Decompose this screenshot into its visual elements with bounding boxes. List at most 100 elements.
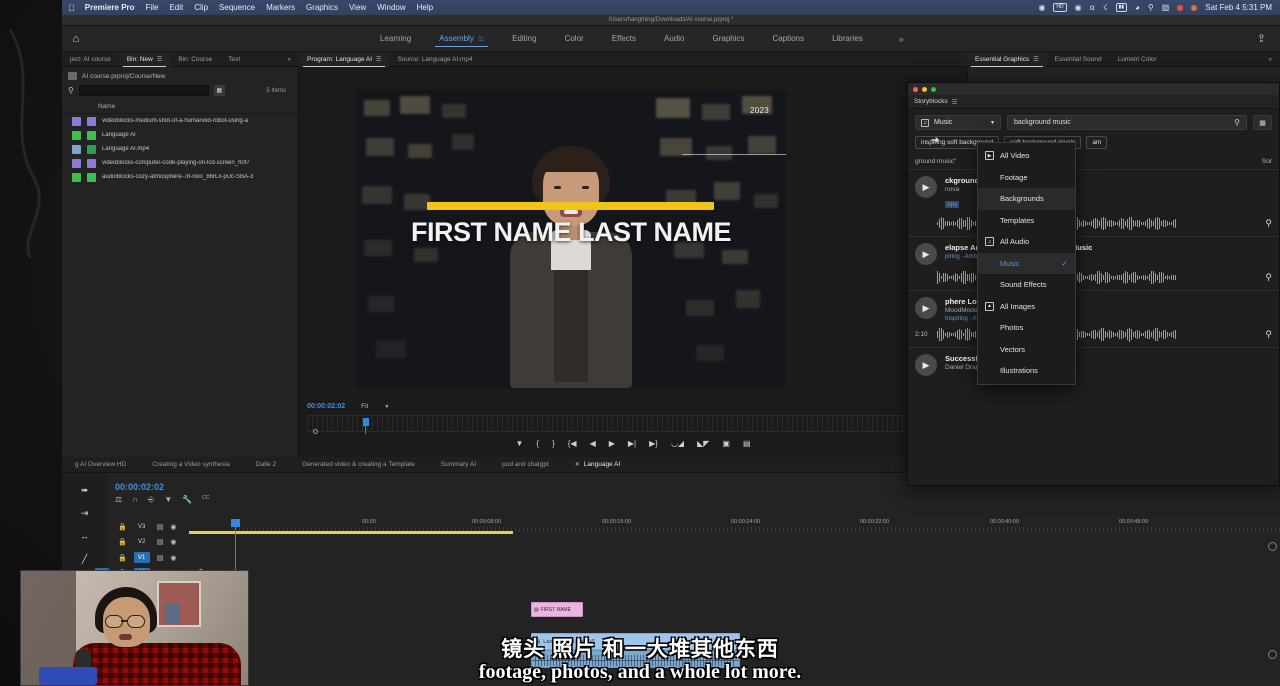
dropdown-item-photos[interactable]: Photos [978, 317, 1075, 339]
track-header-v2[interactable]: 🔒 V2 ▤ ◉ [107, 535, 235, 551]
sync-lock-icon[interactable]: ▤ [157, 538, 164, 546]
hd-badge-icon[interactable]: HD [1053, 3, 1066, 12]
menubar-clock[interactable]: Sat Feb 4 5:31 PM [1205, 3, 1272, 12]
grid-view-icon[interactable]: ▦ [1253, 115, 1272, 130]
preview-magnifier-icon[interactable]: ⚲ [1265, 329, 1272, 340]
menu-sequence[interactable]: Sequence [219, 3, 255, 12]
lock-icon[interactable]: 🔒 [118, 523, 127, 531]
dropdown-item-all-audio[interactable]: ♫ All Audio [978, 231, 1075, 253]
step-forward-icon[interactable]: ▶| [628, 439, 636, 448]
dropdown-item-templates[interactable]: Templates [978, 210, 1075, 232]
storyblocks-result-item[interactable]: ▶ ckground Corporate nova opy ⚲ [908, 169, 1279, 236]
results-sort-label[interactable]: Sor [1262, 158, 1272, 165]
menu-clip[interactable]: Clip [194, 3, 208, 12]
storyblocks-search-input[interactable]: background music ⚲ [1007, 115, 1247, 130]
workspace-tab-learning[interactable]: Learning [366, 30, 425, 47]
mark-out-icon[interactable]: } [552, 439, 555, 448]
track-header-v1[interactable]: 🔒 V1 ▤ ◉ [107, 550, 235, 566]
workspace-tab-effects[interactable]: Effects [598, 30, 650, 47]
marker-icon[interactable]: ▼ [164, 495, 172, 505]
timeline-tab-pod-and-chatgpt[interactable]: pod and chatgpt [489, 457, 562, 473]
track-select-forward-icon[interactable]: ⇥ [77, 506, 93, 520]
siri-icon[interactable] [1191, 5, 1197, 11]
timeline-tab-creating-a-video-synthesia[interactable]: Creating a Video synthesia [139, 457, 243, 473]
workspace-tab-libraries[interactable]: Libraries [818, 30, 877, 47]
spotlight-search-icon[interactable]: ⚲ [1148, 3, 1154, 12]
menu-help[interactable]: Help [417, 3, 433, 12]
add-marker-icon[interactable]: ▼ [515, 439, 523, 448]
panel-menu-icon[interactable]: ☰ [376, 56, 381, 63]
workspace-tab-audio[interactable]: Audio [650, 30, 698, 47]
timeline-scroll-knob-top[interactable] [1268, 542, 1277, 551]
menu-edit[interactable]: Edit [169, 3, 183, 12]
step-back-icon[interactable]: ◀ [590, 439, 596, 448]
search-icon[interactable]: ⚲ [1234, 118, 1240, 127]
workspace-tab-captions[interactable]: Captions [759, 30, 819, 47]
button-editor-icon[interactable]: ▤ [743, 439, 751, 448]
snap-icon[interactable]: ∩ [132, 495, 138, 505]
play-icon[interactable]: ▶ [915, 243, 937, 265]
dropdown-item-all-images[interactable]: ▲ All Images [978, 296, 1075, 318]
menu-file[interactable]: File [146, 3, 159, 12]
tab-essential-graphics[interactable]: Essential Graphics☰ [967, 52, 1047, 67]
track-name-label[interactable]: V2 [134, 537, 150, 548]
track-output-eye-icon[interactable]: ◉ [170, 538, 176, 546]
timeline-scroll-knob-mid[interactable] [1268, 650, 1277, 659]
window-close-icon[interactable] [913, 87, 918, 92]
timeline-timecode[interactable]: 00:00:02:02 [107, 473, 235, 495]
tab-bin-new[interactable]: Bin: New☰ [119, 52, 170, 67]
workspace-tab-editing[interactable]: Editing [498, 30, 550, 47]
storyblocks-result-item[interactable]: ▶ phere Lo-Fi MoodMode Inspiring · Ambie… [908, 290, 1279, 347]
tab-text[interactable]: Text [220, 52, 248, 67]
timeline-track-area[interactable]: ▤ FIRST NAME ▤ Language AI.mp4 [V] [235, 532, 1280, 686]
project-item-row[interactable]: Language AI.mp4 [62, 142, 298, 156]
storyblocks-type-dropdown[interactable]: ♫ Music ▼ [915, 115, 1001, 130]
record-icon[interactable]: ◉ [1038, 3, 1045, 12]
screen-share-icon[interactable]: ▧ [1162, 3, 1170, 12]
dropdown-item-vectors[interactable]: Vectors [978, 339, 1075, 361]
track-name-label[interactable]: V1 [134, 552, 150, 563]
mark-in-icon[interactable]: { [536, 439, 539, 448]
track-output-eye-icon[interactable]: ◉ [170, 554, 176, 562]
sync-lock-icon[interactable]: ▤ [157, 523, 164, 531]
menu-app-name[interactable]: Premiere Pro [85, 3, 135, 12]
timeline-tab-language-ai[interactable]: ✕Language AI [562, 457, 634, 473]
dropdown-item-sound-effects[interactable]: Sound Effects [978, 274, 1075, 296]
program-timecode[interactable]: 00:00:02:02 [307, 403, 345, 410]
play-icon[interactable]: ▶ [609, 439, 615, 448]
tab-project-ai-course[interactable]: ject: AI course [62, 52, 119, 67]
headphones-icon[interactable]: ⍺ [1090, 3, 1095, 12]
timeline-tab-ai-overview-hd[interactable]: g AI Overview HD [62, 457, 139, 473]
menu-graphics[interactable]: Graphics [306, 3, 338, 12]
result-copy-badge[interactable]: opy [945, 201, 959, 208]
linked-selection-icon[interactable]: ⎆ [148, 495, 154, 505]
insert-overwrite-icon[interactable]: ⚖ [115, 495, 122, 505]
workspace-tab-graphics[interactable]: Graphics [698, 30, 758, 47]
go-to-in-icon[interactable]: {◀ [568, 439, 577, 448]
bluetooth-icon[interactable]: ☇ [1103, 3, 1108, 12]
storyblocks-result-item[interactable]: ▶ Successful Person Daniel Draganov [908, 347, 1279, 381]
lift-icon[interactable]: ◡◢ [671, 439, 684, 448]
workspace-more-icon[interactable]: » [899, 34, 904, 44]
program-video-canvas[interactable]: 2023 FIRST NAME LAST NAME [356, 90, 786, 388]
dropdown-item-illustrations[interactable]: Illustrations [978, 360, 1075, 382]
export-frame-icon[interactable]: ▣ [722, 439, 730, 448]
play-icon[interactable]: ▶ [915, 176, 937, 198]
project-item-row[interactable]: Language AI [62, 128, 298, 142]
go-to-out-icon[interactable]: ▶} [649, 439, 658, 448]
project-tabs-more-icon[interactable]: » [279, 52, 299, 67]
timeline-clip-graphic[interactable]: ▤ FIRST NAME [531, 602, 583, 617]
preview-magnifier-icon[interactable]: ⚲ [1265, 272, 1272, 283]
search-icon[interactable]: ⚲ [68, 86, 74, 95]
tab-bin-course[interactable]: Bin: Course [170, 52, 220, 67]
dropdown-item-music[interactable]: Music ✓ [978, 253, 1075, 275]
tab-source-language-ai[interactable]: Source: Language AI.mp4 [389, 52, 480, 67]
project-item-row[interactable]: audioblocks-cozy-atmosphere-78-nixx_86rL… [62, 170, 298, 184]
battery-icon[interactable]: ▮▮ [1116, 3, 1128, 12]
program-zoom-select[interactable]: Fit▼ [361, 403, 389, 410]
timeline-clip-audio[interactable] [531, 650, 740, 668]
project-search-input[interactable] [79, 85, 209, 96]
preview-magnifier-icon[interactable]: ⚲ [1265, 218, 1272, 229]
tab-program-language-ai[interactable]: Program: Language AI☰ [299, 52, 389, 67]
panel-menu-icon[interactable]: ☰ [478, 36, 484, 43]
